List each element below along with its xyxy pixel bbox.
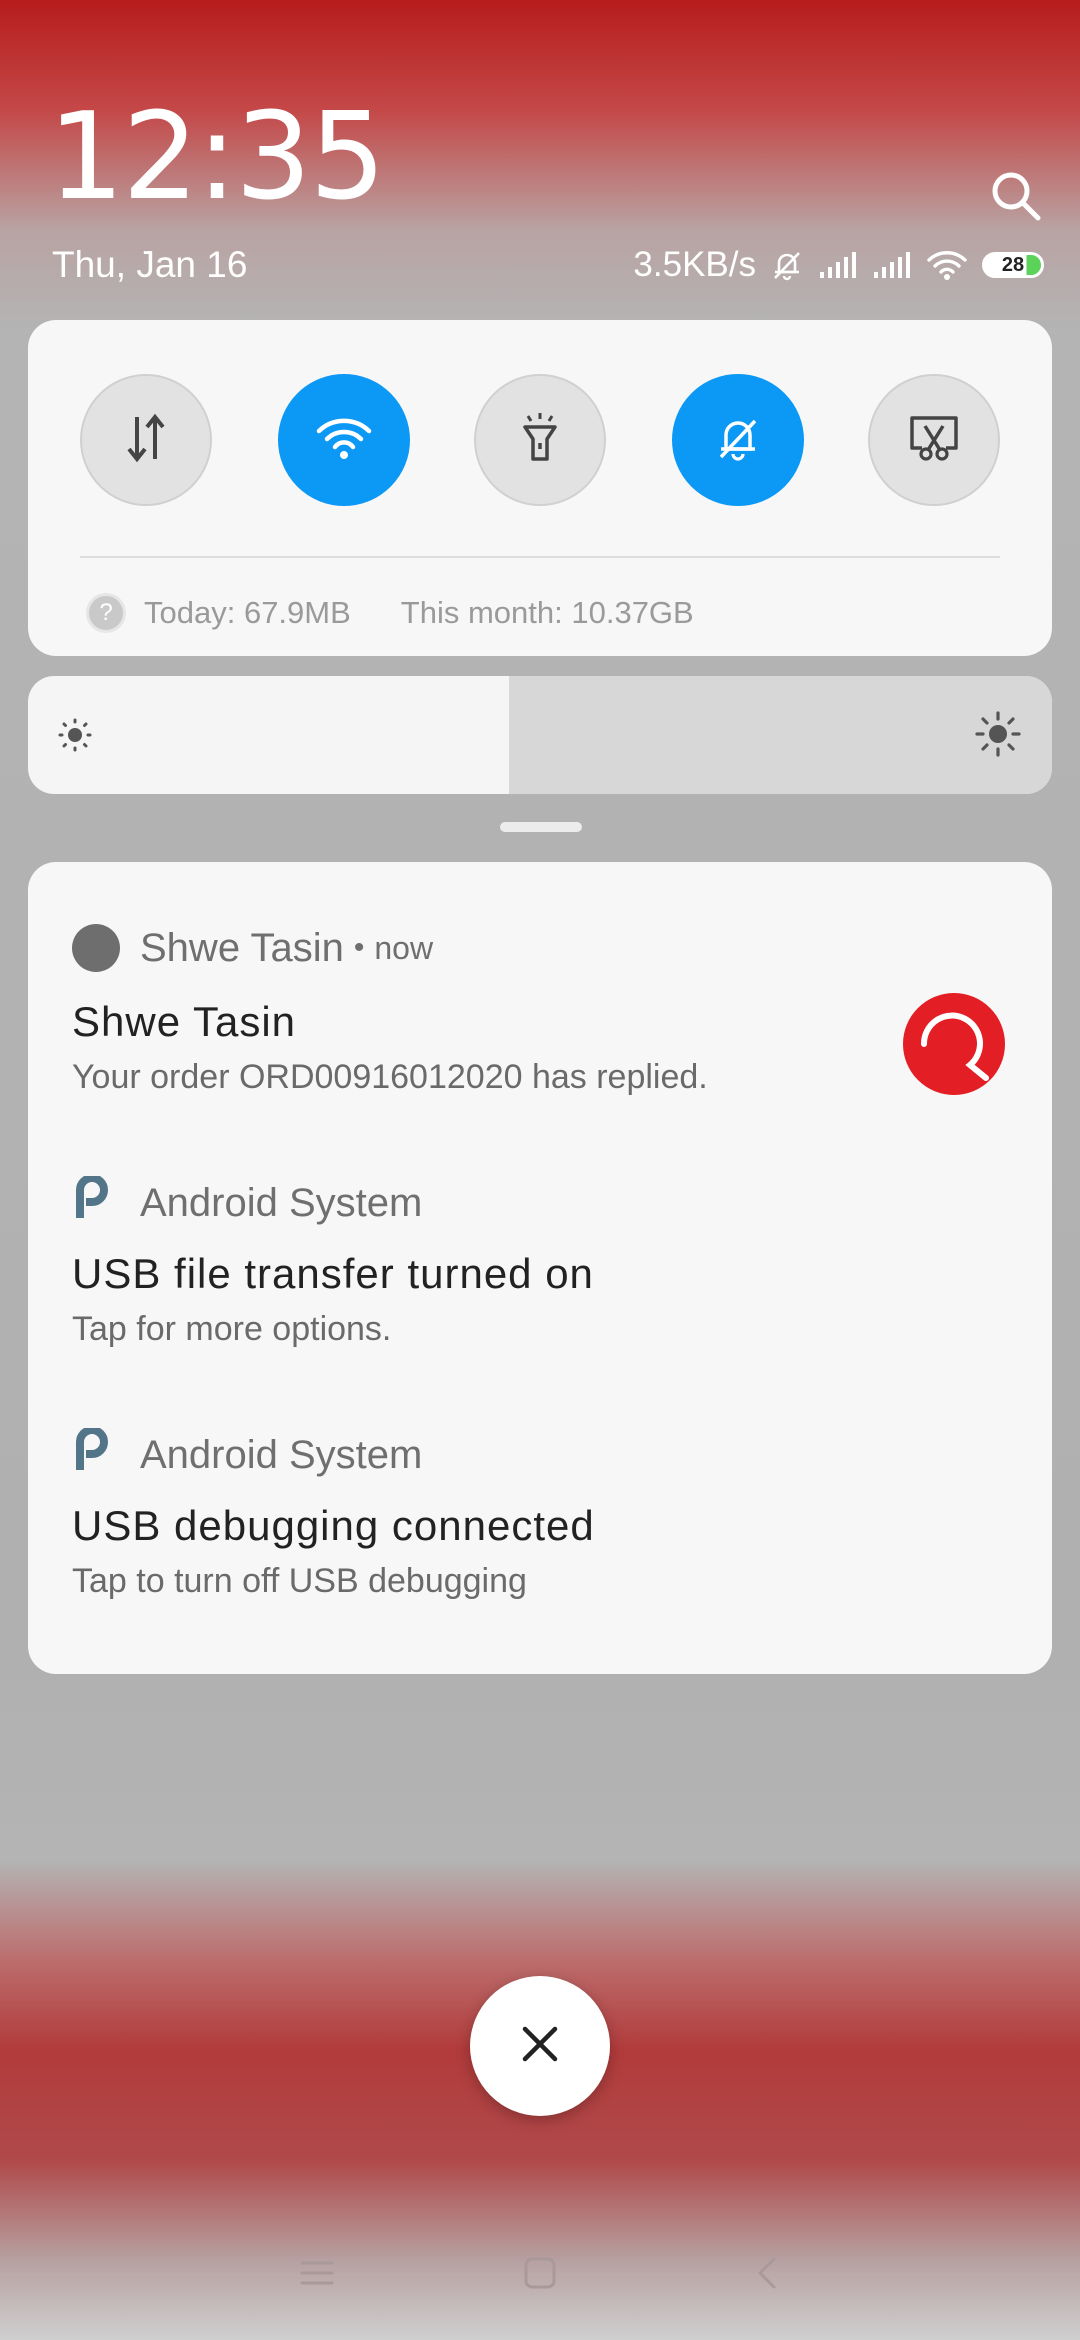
close-icon	[521, 2025, 559, 2068]
bell-off-icon	[770, 248, 804, 282]
status-bar: 3.5KB/s 28	[633, 242, 1044, 288]
usage-month: This month: 10.37GB	[400, 595, 694, 630]
notification-text: Your order ORD00916012020 has replied.	[72, 1058, 708, 1096]
bell-off-icon	[713, 413, 763, 468]
battery-icon: 28	[982, 252, 1044, 278]
notification-usb-transfer[interactable]: Android System USB file transfer turned …	[28, 1114, 1052, 1364]
data-arrows-icon	[121, 411, 171, 470]
brightness-track-remaining	[509, 676, 1052, 794]
notification-list: Shwe Tasin • now Shwe Tasin Your order O…	[28, 862, 1052, 1674]
scissors-screen-icon	[908, 414, 960, 467]
notification-title: Shwe Tasin	[72, 998, 297, 1045]
flashlight-toggle[interactable]	[474, 374, 606, 506]
wifi-toggle[interactable]	[278, 374, 410, 506]
notification-time: now	[374, 929, 434, 966]
notification-title: USB file transfer turned on	[72, 1250, 594, 1297]
notification-usb-debugging[interactable]: Android System USB debugging connected T…	[28, 1366, 1052, 1616]
android-system-icon	[72, 1426, 112, 1482]
silent-toggle[interactable]	[672, 374, 804, 506]
navigation-bar	[0, 2240, 1080, 2310]
mobile-data-toggle[interactable]	[80, 374, 212, 506]
app-name: Android System	[140, 1432, 423, 1477]
brightness-low-icon	[56, 716, 94, 759]
notification-text: Tap to turn off USB debugging	[72, 1562, 527, 1600]
screenshot-toggle[interactable]	[868, 374, 1000, 506]
help-icon: ?	[86, 593, 126, 633]
back-button[interactable]	[742, 2250, 792, 2300]
home-button[interactable]	[515, 2250, 565, 2300]
notification-shwe-tasin[interactable]: Shwe Tasin • now Shwe Tasin Your order O…	[28, 862, 1052, 1112]
usage-today: Today: 67.9MB	[144, 595, 351, 630]
divider	[80, 556, 1000, 558]
brightness-slider[interactable]	[28, 676, 1052, 794]
battery-level: 28	[1001, 253, 1025, 276]
home-icon	[523, 2256, 557, 2295]
back-icon	[755, 2256, 779, 2295]
separator: •	[353, 931, 365, 964]
app-name: Shwe Tasin	[140, 925, 344, 970]
wifi-icon	[315, 416, 373, 465]
menu-button[interactable]	[292, 2250, 342, 2300]
quick-settings-panel: ? Today: 67.9MB This month: 10.37GB	[28, 320, 1052, 656]
search-icon[interactable]	[988, 168, 1044, 224]
network-speed: 3.5KB/s	[633, 245, 756, 284]
data-usage[interactable]: ? Today: 67.9MB This month: 10.37GB	[86, 588, 694, 638]
drag-handle[interactable]	[500, 822, 582, 832]
app-name: Android System	[140, 1180, 423, 1225]
app-dot-icon	[72, 924, 120, 972]
menu-icon	[299, 2258, 335, 2293]
signal-icon	[872, 250, 912, 280]
wifi-icon	[926, 249, 968, 281]
notification-text: Tap for more options.	[72, 1310, 392, 1348]
shwe-tasin-logo-icon	[902, 992, 1006, 1101]
brightness-high-icon	[974, 710, 1022, 763]
clock[interactable]: 12:35	[48, 98, 386, 218]
android-system-icon	[72, 1174, 112, 1230]
signal-icon	[818, 250, 858, 280]
date[interactable]: Thu, Jan 16	[52, 244, 247, 286]
notification-title: USB debugging connected	[72, 1502, 595, 1549]
clear-all-button[interactable]	[470, 1976, 610, 2116]
flashlight-icon	[517, 411, 563, 470]
